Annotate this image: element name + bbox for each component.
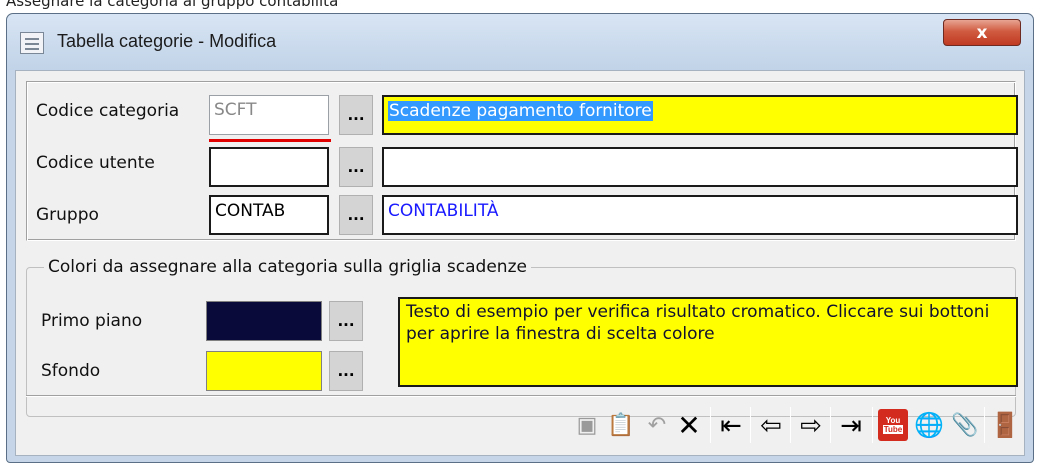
- close-button[interactable]: x: [943, 19, 1021, 46]
- primo-piano-color-button[interactable]: ...: [329, 301, 363, 341]
- codice-utente-description[interactable]: [382, 147, 1018, 187]
- web-help-icon[interactable]: 🌐: [914, 407, 944, 443]
- save-icon[interactable]: ▣: [572, 407, 602, 443]
- color-sample-text: Testo di esempio per verifica risultato …: [398, 297, 1018, 387]
- window-app-icon: [20, 32, 44, 54]
- dialog-client-area: Codice categoria SCFT ... Scadenze pagam…: [15, 70, 1025, 456]
- toolbar-divider: [872, 407, 873, 443]
- gruppo-label: Gruppo: [36, 205, 99, 225]
- gruppo-lookup-button[interactable]: ...: [339, 195, 373, 235]
- codice-utente-input[interactable]: [209, 147, 329, 187]
- codice-categoria-description-text: Scadenze pagamento fornitore: [388, 101, 653, 121]
- close-icon: x: [976, 22, 988, 43]
- clipboard-icon[interactable]: 📋: [606, 407, 636, 443]
- prev-record-icon[interactable]: ⇦: [756, 407, 786, 443]
- codice-categoria-label: Codice categoria: [36, 101, 180, 121]
- exit-icon[interactable]: 🚪: [990, 407, 1020, 443]
- toolbar-divider: [984, 407, 985, 443]
- primo-piano-label: Primo piano: [41, 311, 143, 331]
- title-bar[interactable]: Tabella categorie - Modifica x: [7, 14, 1033, 70]
- sfondo-label: Sfondo: [41, 361, 101, 381]
- codice-categoria-description[interactable]: Scadenze pagamento fornitore: [382, 95, 1018, 135]
- youtube-icon[interactable]: You Tube: [878, 409, 908, 441]
- next-record-icon[interactable]: ⇨: [796, 407, 826, 443]
- gruppo-input[interactable]: CONTAB: [209, 195, 329, 235]
- attachment-icon[interactable]: 📎: [950, 407, 980, 443]
- toolbar-separator: [26, 395, 1016, 397]
- first-record-icon[interactable]: ⇤: [716, 407, 746, 443]
- gruppo-description-text: CONTABILITÀ: [388, 201, 499, 221]
- codice-categoria-lookup-button[interactable]: ...: [339, 95, 373, 135]
- codice-categoria-input[interactable]: SCFT: [209, 95, 329, 135]
- sfondo-color-swatch: [206, 351, 322, 391]
- toolbar-divider: [750, 407, 751, 443]
- colors-group-legend: Colori da assegnare alla categoria sulla…: [44, 257, 531, 277]
- gruppo-description[interactable]: CONTABILITÀ: [382, 195, 1018, 235]
- codice-utente-lookup-button[interactable]: ...: [339, 147, 373, 187]
- toolbar-divider: [710, 407, 711, 443]
- window-title: Tabella categorie - Modifica: [57, 31, 277, 51]
- dialog-window: Tabella categorie - Modifica x Codice ca…: [6, 13, 1034, 463]
- page-caption: Assegnare la categoria al gruppo contabi…: [6, 0, 339, 10]
- primo-piano-color-swatch: [206, 301, 322, 341]
- codice-utente-label: Codice utente: [36, 153, 155, 173]
- delete-icon[interactable]: ✕: [674, 407, 704, 443]
- sfondo-color-button[interactable]: ...: [329, 351, 363, 391]
- toolbar-divider: [790, 407, 791, 443]
- validation-underline: [209, 139, 331, 142]
- toolbar-divider: [830, 407, 831, 443]
- undo-icon[interactable]: ↶: [642, 407, 672, 443]
- last-record-icon[interactable]: ⇥: [836, 407, 866, 443]
